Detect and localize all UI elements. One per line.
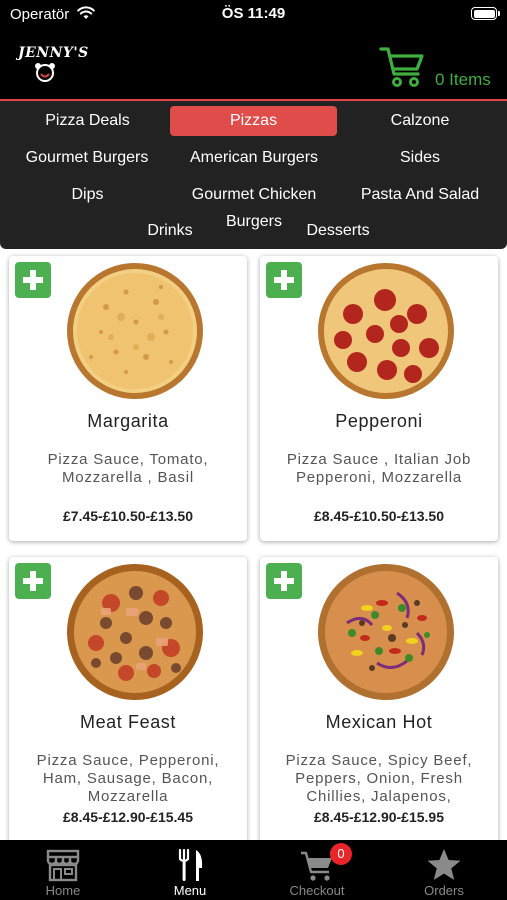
star-icon [427,849,461,880]
product-name: Meat Feast [79,712,177,732]
product-price: £8.45-£10.50-£13.50 [314,508,444,524]
plain-cheese-pizza-icon [67,263,203,399]
tab-orders[interactable]: Orders [381,840,507,900]
app-root: Operatör ÖS 11:49 JENNY'S 0 Items Pizza … [0,0,507,900]
category-pasta-and-salad[interactable]: Pasta And Salad [342,180,498,210]
tab-label: Checkout [289,883,345,898]
category-gourmet-burgers[interactable]: Gourmet Burgers [6,143,168,173]
category-dips[interactable]: Dips [10,180,165,210]
checkout-badge: 0 [330,843,352,865]
logo-mark-icon [35,63,55,82]
category-desserts[interactable]: Desserts [300,216,376,246]
product-grid: Margarita Pizza Sauce, Tomato, Mozzarell… [0,249,507,840]
header: JENNY'S 0 Items [0,30,507,101]
add-to-cart-button[interactable] [266,262,302,298]
add-to-cart-button[interactable] [15,262,51,298]
add-to-cart-button[interactable] [266,563,302,599]
product-description: Pizza Sauce, Spicy Beef, Peppers, Onion,… [285,752,473,805]
tab-checkout[interactable]: Checkout [254,840,380,900]
product-card[interactable]: Pepperoni Pizza Sauce , Italian Job Pepp… [260,256,498,541]
bottom-tab-bar: Home Menu Checkout 0 Orders [0,840,507,900]
product-price: £8.45-£12.90-£15.45 [63,809,193,825]
category-menu: Pizza Deals Pizzas Calzone Gourmet Burge… [0,101,507,249]
product-name: Mexican Hot [325,712,433,732]
category-pizzas[interactable]: Pizzas [170,106,337,136]
tab-menu[interactable]: Menu [127,840,253,900]
brand-logo[interactable]: JENNY'S [18,45,89,88]
product-price: £8.45-£12.90-£15.95 [314,809,444,825]
category-burgers[interactable]: Burgers [220,207,288,237]
tab-label: Orders [424,883,464,898]
product-price: £7.45-£10.50-£13.50 [63,508,193,524]
tab-home[interactable]: Home [0,840,126,900]
logo-text: JENNY'S [18,45,89,61]
battery-icon [471,7,500,20]
header-cart-icon[interactable] [378,42,426,90]
cart-item-count[interactable]: 0 Items [435,70,491,90]
category-american-burgers[interactable]: American Burgers [172,143,336,173]
product-description: Pizza Sauce , Italian Job Pepperoni, Moz… [286,451,472,486]
category-calzone[interactable]: Calzone [342,106,498,136]
product-card[interactable]: Margarita Pizza Sauce, Tomato, Mozzarell… [9,256,247,541]
veggie-pizza-icon [318,564,454,700]
category-pizza-deals[interactable]: Pizza Deals [10,106,165,136]
category-drinks[interactable]: Drinks [140,216,200,246]
product-description: Pizza Sauce, Pepperoni, Ham, Sausage, Ba… [36,752,220,805]
pepperoni-pizza-icon [318,263,454,399]
tab-label: Home [45,883,81,898]
product-card[interactable]: Mexican Hot Pizza Sauce, Spicy Beef, Pep… [260,557,498,840]
tab-label: Menu [173,883,207,898]
fork-knife-icon [178,848,203,881]
meat-pizza-icon [67,564,203,700]
clock: ÖS 11:49 [221,5,286,22]
product-description: Pizza Sauce, Tomato, Mozzarella , Basil [47,451,209,486]
product-card[interactable]: Meat Feast Pizza Sauce, Pepperoni, Ham, … [9,557,247,840]
storefront-icon [46,849,80,882]
product-name: Margarita [87,411,169,431]
category-sides[interactable]: Sides [342,143,498,173]
product-name: Pepperoni [335,411,423,431]
add-to-cart-button[interactable] [15,563,51,599]
status-bar: Operatör ÖS 11:49 [0,0,507,30]
category-gourmet-chicken[interactable]: Gourmet Chicken [172,180,336,210]
